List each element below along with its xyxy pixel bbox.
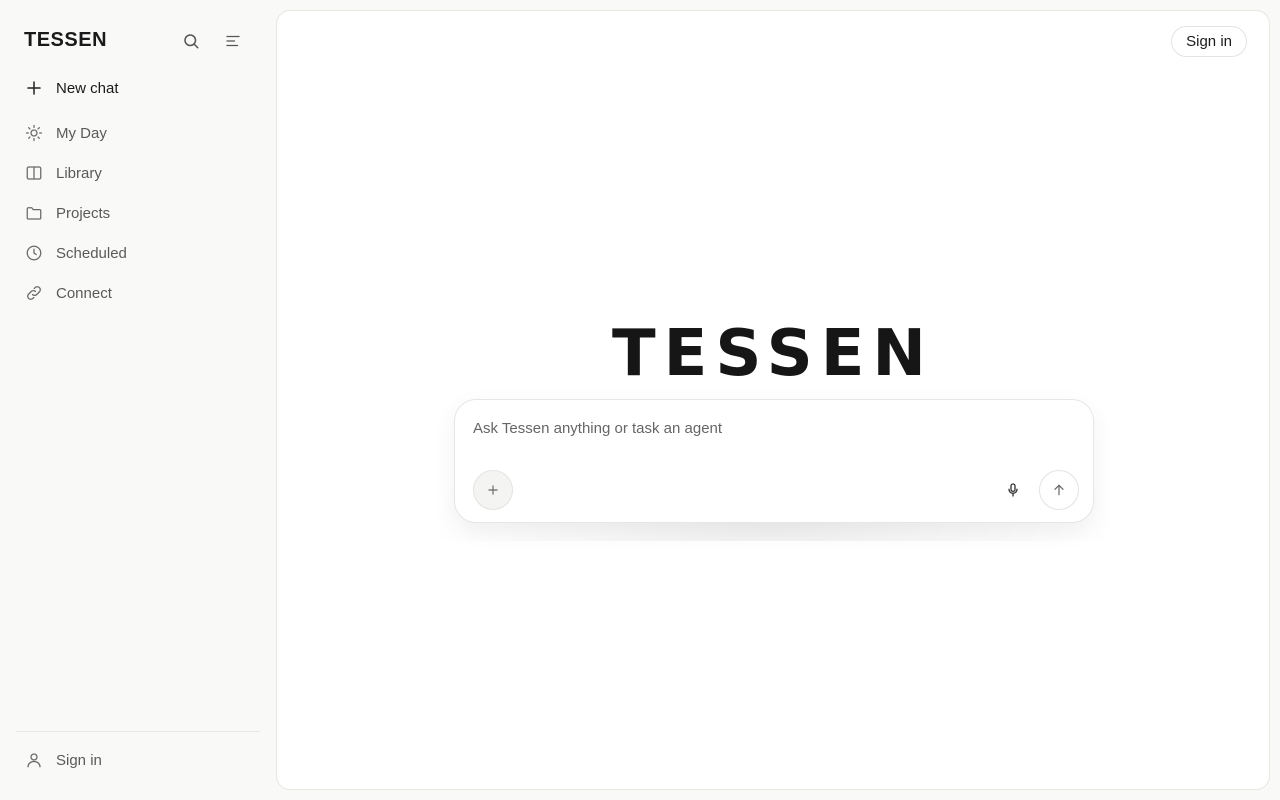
send-button[interactable] <box>1039 470 1079 510</box>
main-panel: Sign in TESSEN <box>276 10 1270 790</box>
sidebar-signin-label: Sign in <box>56 751 102 769</box>
sidebar-item-scheduled[interactable]: Scheduled <box>16 233 260 273</box>
arrow-up-icon <box>1054 484 1064 496</box>
microphone-icon <box>1008 483 1018 497</box>
composer <box>454 399 1094 523</box>
sidebar-divider <box>16 731 260 732</box>
attach-button[interactable] <box>473 470 513 510</box>
voice-input-button[interactable] <box>1001 478 1025 502</box>
folder-icon <box>24 203 44 223</box>
prompt-input[interactable] <box>473 416 1073 440</box>
sidebar-item-label: Connect <box>56 284 112 302</box>
new-chat-label: New chat <box>56 79 119 97</box>
book-icon <box>24 163 44 183</box>
sidebar-item-label: My Day <box>56 124 107 142</box>
search-button[interactable] <box>178 28 204 54</box>
user-icon <box>24 750 44 770</box>
menu-icon <box>226 35 240 47</box>
sidebar: TESSEN New chat My Day Library Projects … <box>0 0 276 800</box>
brand-logo[interactable]: TESSEN <box>24 29 107 52</box>
sun-icon <box>24 123 44 143</box>
signin-button[interactable]: Sign in <box>1171 26 1247 57</box>
toggle-sidebar-button[interactable] <box>220 28 246 54</box>
sidebar-nav: New chat My Day Library Projects Schedul <box>16 68 260 313</box>
sidebar-item-label: Scheduled <box>56 244 127 262</box>
sidebar-item-label: Projects <box>56 204 111 222</box>
sidebar-item-my-day[interactable]: My Day <box>16 113 260 153</box>
hero-title: TESSEN <box>612 317 934 391</box>
search-icon <box>184 34 199 49</box>
new-chat-button[interactable]: New chat <box>16 68 260 108</box>
link-icon <box>24 283 44 303</box>
sidebar-item-projects[interactable]: Projects <box>16 193 260 233</box>
clock-icon <box>24 243 44 263</box>
sidebar-item-library[interactable]: Library <box>16 153 260 193</box>
plus-icon <box>488 485 498 495</box>
sidebar-item-connect[interactable]: Connect <box>16 273 260 313</box>
plus-icon <box>24 78 44 98</box>
sidebar-signin-button[interactable]: Sign in <box>16 740 260 780</box>
sidebar-item-label: Library <box>56 164 102 182</box>
